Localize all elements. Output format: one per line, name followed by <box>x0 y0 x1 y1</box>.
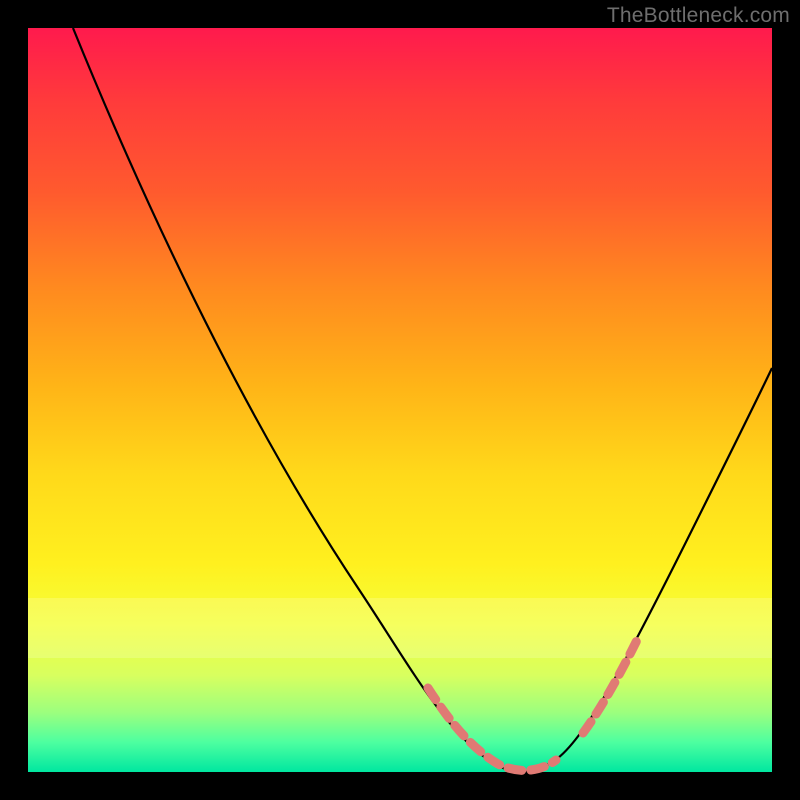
salmon-segment-right <box>583 634 640 733</box>
bottleneck-curve <box>73 28 772 771</box>
plot-area <box>28 28 772 772</box>
watermark-text: TheBottleneck.com <box>607 4 790 28</box>
salmon-segment-left <box>428 688 556 770</box>
curve-layer <box>28 28 772 772</box>
chart-frame: TheBottleneck.com <box>0 0 800 800</box>
